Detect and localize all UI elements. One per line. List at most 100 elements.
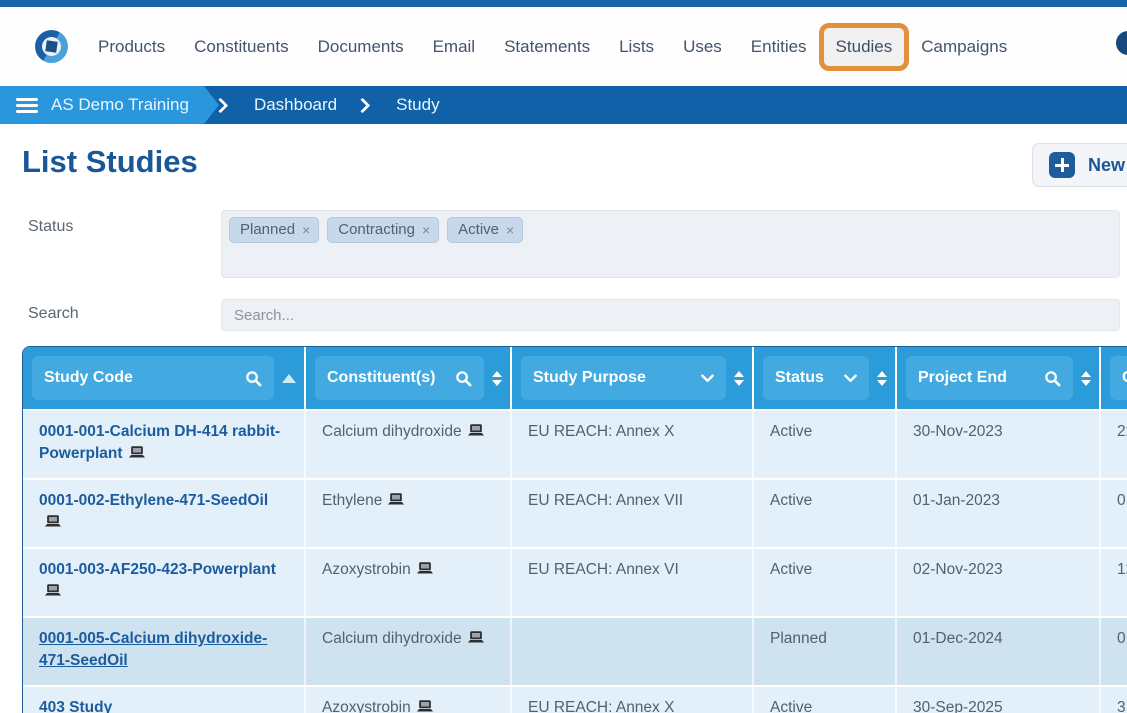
status-cell: Planned [754,618,897,685]
study-code-link[interactable]: 0001-002-Ethylene-471-SeedOil [39,492,268,509]
count-value: 0 [1117,492,1126,509]
breadcrumb-root-label: AS Demo Training [51,95,189,114]
project-end-cell: 01-Dec-2024 [897,618,1101,685]
status-cell: Active [754,480,897,547]
table-row: 0001-002-Ethylene-471-SeedOil Ethylene E… [23,478,1127,547]
table-row: 0001-001-Calcium DH-414 rabbit-Powerplan… [23,409,1127,478]
study-purpose-cell: EU REACH: Annex X [512,411,754,478]
study-purpose-dropdown[interactable]: Study Purpose [521,356,726,400]
remove-tag-icon[interactable]: × [422,223,430,237]
study-code-cell: 403 Study [23,687,306,713]
column-label: Study Code [44,369,133,386]
status-multiselect[interactable]: Planned × Contracting × Active × [221,210,1120,278]
count-value: 22 [1117,423,1127,440]
breadcrumb-study[interactable]: Study [372,86,463,124]
nav-item-documents[interactable]: Documents [318,37,404,57]
status-tag-active: Active × [447,217,524,243]
constituents-cell: Azoxystrobin [306,549,512,616]
top-navigation: Products Constituents Documents Email St… [0,7,1127,86]
column-header-constituents: Constituent(s) [306,347,512,409]
nav-item-uses[interactable]: Uses [683,37,722,57]
sort-toggle-icon[interactable] [492,370,502,386]
nav-item-statements[interactable]: Statements [504,37,590,57]
cutoff-column-button[interactable]: O [1110,356,1127,400]
nav-item-campaigns[interactable]: Campaigns [921,37,1007,57]
tag-label: Contracting [338,221,415,238]
study-code-link[interactable]: 403 Study [39,699,112,713]
column-header-study-code: Study Code [23,347,306,409]
status-tags: Planned × Contracting × Active × [229,217,1112,243]
tag-label: Active [458,221,500,238]
project-end-filter-button[interactable]: Project End [906,356,1073,400]
plus-icon [1049,152,1075,178]
constituent-name: Azoxystrobin [322,561,411,578]
study-purpose-cell: EU REACH: Annex X [512,687,754,713]
new-study-button[interactable]: New [1032,143,1127,187]
search-filter-label: Search [28,305,79,322]
nav-item-entities[interactable]: Entities [751,37,807,57]
count-value: 0 [1117,630,1126,647]
count-cell: 12 [1101,549,1127,616]
study-purpose-cell: EU REACH: Annex VII [512,480,754,547]
count-cell: 22 [1101,411,1127,478]
nav-item-products[interactable]: Products [98,37,165,57]
study-code-cell: 0001-005-Calcium dihydroxide-471-SeedOil [23,618,306,685]
table-row: 0001-003-AF250-423-Powerplant Azoxystrob… [23,547,1127,616]
status-dropdown[interactable]: Status [763,356,869,400]
study-purpose-cell: EU REACH: Annex VI [512,549,754,616]
sort-toggle-icon[interactable] [877,370,887,386]
project-end-cell: 30-Sep-2025 [897,687,1101,713]
study-code-cell: 0001-003-AF250-423-Powerplant [23,549,306,616]
laptop-icon [128,446,145,458]
constituent-name: Ethylene [322,492,383,509]
menu-icon[interactable] [16,98,38,113]
breadcrumb-dashboard[interactable]: Dashboard [230,86,361,124]
nav-item-constituents[interactable]: Constituents [194,37,289,57]
user-menu-icon[interactable] [1116,31,1127,55]
status-cell: Active [754,687,897,713]
study-code-link[interactable]: 0001-001-Calcium DH-414 rabbit-Powerplan… [39,423,280,462]
status-tag-planned: Planned × [229,217,320,243]
nav-item-lists[interactable]: Lists [619,37,654,57]
sort-toggle-icon[interactable] [734,370,744,386]
project-end-cell: 01-Jan-2023 [897,480,1101,547]
table-row: 403 Study Azoxystrobin EU REACH: Annex X… [23,685,1127,713]
nav-item-email[interactable]: Email [433,37,476,57]
nav-item-studies[interactable]: Studies [818,22,910,71]
status-cell: Active [754,411,897,478]
remove-tag-icon[interactable]: × [302,223,310,237]
project-end-cell: 02-Nov-2023 [897,549,1101,616]
search-icon [456,370,472,386]
count-cell: 3 [1101,687,1127,713]
table-header-row: Study Code Constituent(s) Study Purpose … [23,347,1127,409]
breadcrumb-root[interactable]: AS Demo Training [0,86,219,124]
study-code-cell: 0001-002-Ethylene-471-SeedOil [23,480,306,547]
laptop-icon [388,493,405,505]
count-value: 12 [1117,561,1127,578]
column-label: O [1122,369,1127,387]
laptop-icon [467,631,484,643]
constituent-name: Calcium dihydroxide [322,630,462,647]
new-button-label: New [1088,154,1126,175]
study-code-link[interactable]: 0001-005-Calcium dihydroxide-471-SeedOil [39,630,267,669]
count-value: 3 [1117,699,1126,713]
chevron-right-icon [212,97,229,113]
column-label: Status [775,369,824,386]
app-logo-icon[interactable] [35,30,68,63]
sort-ascending-icon[interactable] [282,373,296,383]
constituents-filter-button[interactable]: Constituent(s) [315,356,484,400]
top-strip [0,0,1127,7]
chevron-down-icon [701,374,714,382]
column-header-study-purpose: Study Purpose [512,347,754,409]
column-header-cutoff: O [1101,347,1127,409]
study-code-link[interactable]: 0001-003-AF250-423-Powerplant [39,561,276,578]
count-cell: 0 [1101,480,1127,547]
search-input[interactable] [221,299,1120,331]
remove-tag-icon[interactable]: × [506,223,514,237]
study-code-filter-button[interactable]: Study Code [32,356,274,400]
sort-toggle-icon[interactable] [1081,370,1091,386]
tag-label: Planned [240,221,296,238]
column-label: Constituent(s) [327,369,436,386]
constituent-name: Calcium dihydroxide [322,423,462,440]
page-title: List Studies [22,144,198,179]
